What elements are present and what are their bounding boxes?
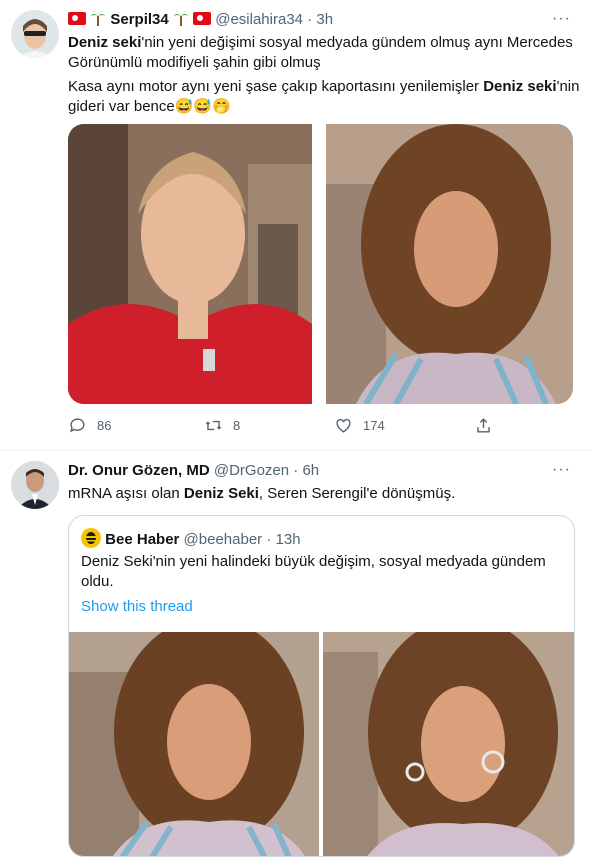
retweet-count: 8: [233, 418, 241, 433]
tweet-text: mRNA aşısı olan Deniz Seki, Seren Sereng…: [68, 485, 456, 502]
display-name[interactable]: Dr. Onur Gözen, MD: [68, 462, 210, 479]
avatar[interactable]: [11, 10, 59, 58]
quoted-photo-2[interactable]: [323, 632, 574, 856]
handle[interactable]: @esilahira34: [215, 11, 303, 28]
quoted-handle[interactable]: @beehaber: [184, 531, 263, 548]
quoted-text-line-2: oldu.: [81, 573, 114, 590]
reply-icon: [70, 418, 85, 433]
like-count: 174: [363, 418, 385, 433]
timestamp[interactable]: 6h: [302, 462, 319, 479]
separator: ·: [307, 11, 313, 28]
separator: ·: [266, 531, 272, 548]
timestamp[interactable]: 3h: [316, 11, 333, 28]
tweet-actions: 86 8 174: [68, 416, 508, 436]
quoted-text-line-1: Deniz Seki'nin yeni halindeki büyük deği…: [81, 553, 546, 570]
separator: ·: [293, 462, 299, 479]
avatar[interactable]: [11, 461, 59, 509]
quoted-tweet[interactable]: Bee Haber @beehaber · 13h Deniz Seki'nin…: [68, 515, 575, 857]
share-icon: [477, 418, 490, 433]
reply-count: 86: [97, 418, 112, 433]
retweet-icon: [205, 420, 222, 431]
bee-haber-logo-icon: [81, 528, 101, 548]
like-button[interactable]: 174: [334, 416, 385, 435]
handle[interactable]: @DrGozen: [214, 462, 289, 479]
tweet-header: Serpil34 @esilahira34 · 3h: [68, 10, 333, 30]
tweet-text-line-4: gideri var bence😅😅🤭: [68, 98, 231, 115]
tweet-photo-1[interactable]: [68, 124, 312, 404]
display-name[interactable]: Serpil34: [110, 11, 168, 28]
tweet-text-line-1: Deniz seki'nin yeni değişimi sosyal medy…: [68, 34, 573, 51]
more-options-icon[interactable]: ···: [552, 461, 571, 479]
quoted-display-name[interactable]: Bee Haber: [105, 531, 179, 548]
tweet-text-line-3: Kasa aynı motor aynı yeni şase çakıp kap…: [68, 78, 580, 95]
quoted-photo-1[interactable]: [69, 632, 319, 856]
quoted-timestamp[interactable]: 13h: [276, 531, 301, 548]
turkey-flag-icon: [68, 12, 86, 25]
tweet-photo-2[interactable]: [326, 124, 573, 404]
retweet-button[interactable]: 8: [204, 416, 240, 435]
quoted-header: Bee Haber @beehaber · 13h: [81, 528, 301, 550]
palm-tree-icon: [91, 11, 106, 26]
reply-button[interactable]: 86: [68, 416, 111, 435]
tweet-text-line-2: Görünümlü modifiyeli şahin gibi olmuş: [68, 54, 321, 71]
heart-icon: [336, 418, 351, 433]
tweet-1[interactable]: Serpil34 @esilahira34 · 3h ··· Deniz sek…: [0, 0, 591, 450]
tweet-header: Dr. Onur Gözen, MD @DrGozen · 6h: [68, 461, 319, 481]
turkey-flag-icon: [193, 12, 212, 25]
palm-tree-icon: [173, 11, 188, 26]
share-button[interactable]: [474, 416, 493, 435]
show-thread-link[interactable]: Show this thread: [81, 597, 193, 617]
more-options-icon[interactable]: ···: [552, 10, 571, 28]
